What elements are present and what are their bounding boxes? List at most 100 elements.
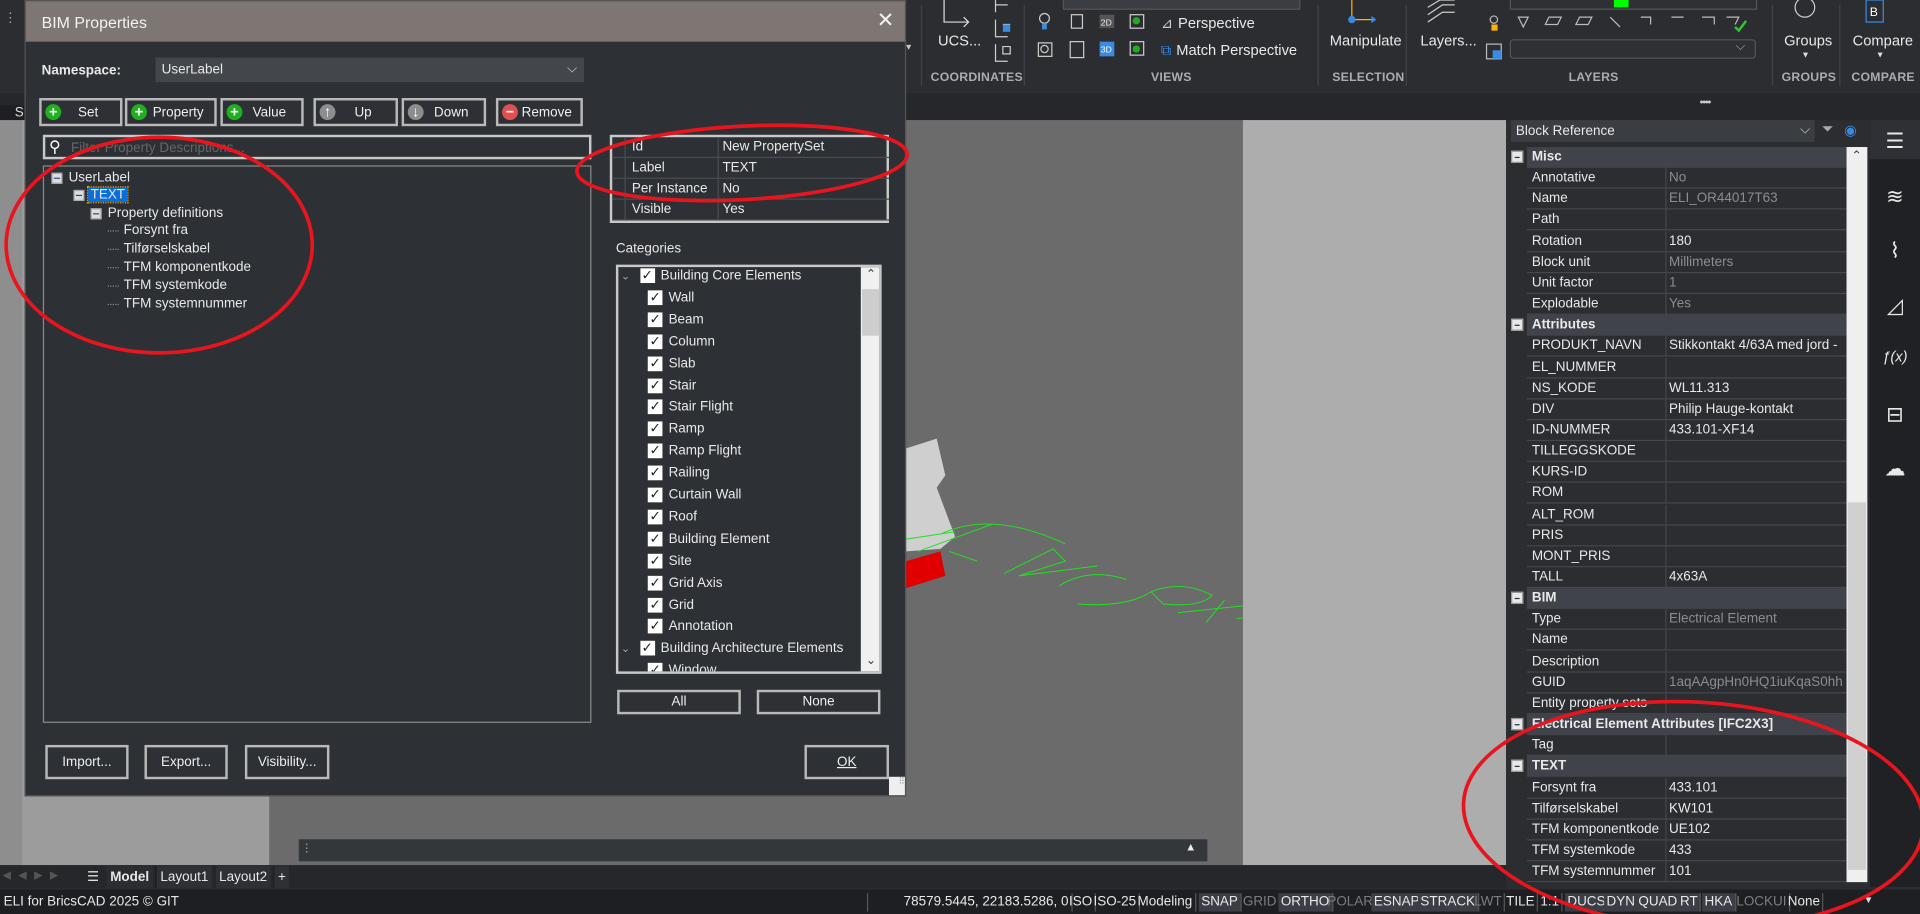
property-group-header[interactable]: Attributes	[1511, 315, 1847, 336]
property-value[interactable]: No	[1669, 170, 1843, 185]
property-value[interactable]: 433.101	[1669, 780, 1843, 795]
property-value[interactable]: Yes	[1669, 297, 1843, 312]
export-button[interactable]: Export...	[144, 744, 228, 780]
view-icons[interactable]: 2D 3D	[1036, 12, 1152, 63]
property-row[interactable]: TFM komponentkode UE102	[1526, 819, 1847, 841]
current-layer-dropdown[interactable]	[1509, 0, 1758, 10]
status-toggle-11[interactable]: 1:1	[1538, 893, 1563, 912]
status-toggle-quad[interactable]: QUAD	[1635, 893, 1681, 912]
property-value[interactable]: 1aqAAgpHn0HQ1iuKqaS0hh	[1669, 675, 1843, 690]
property-row[interactable]: Forsynt fra 433.101	[1526, 777, 1847, 799]
tree-node-root[interactable]: UserLabel	[51, 170, 130, 185]
eye-icon[interactable]: ◉	[1844, 121, 1857, 138]
compare-icon[interactable]: B	[1859, 0, 1888, 27]
add-layout-button[interactable]: +	[273, 866, 290, 889]
status-toggle-dyn[interactable]: DYN	[1604, 893, 1639, 912]
status-toggle-polar[interactable]: POLAR	[1325, 893, 1377, 912]
chevron-down-icon[interactable]: ⌄	[621, 642, 630, 654]
tab-layout1[interactable]: Layout1	[155, 866, 213, 889]
scroll-down-icon[interactable]: ⌄	[866, 654, 876, 667]
collapse-icon[interactable]	[1511, 318, 1524, 332]
category-item[interactable]: ✓ Site	[647, 553, 692, 575]
collapse-icon[interactable]	[73, 189, 85, 201]
close-icon[interactable]: ✕	[877, 9, 894, 34]
property-row[interactable]: PRODUKT_NAVN Stikkontakt 4/63A med jord -	[1526, 336, 1847, 357]
property-row[interactable]: NS_KODE WL11.313	[1526, 378, 1847, 399]
checkbox-checked-icon[interactable]: ✓	[647, 312, 663, 327]
property-row[interactable]: Tilførselskabel KW101	[1526, 798, 1847, 820]
property-row[interactable]: Type Electrical Element	[1526, 609, 1847, 631]
status-toggle-modeling[interactable]: Modeling	[1135, 893, 1196, 912]
layers-icon[interactable]	[1423, 0, 1460, 25]
perspective-button[interactable]: ⊿ Perspective	[1161, 15, 1255, 32]
property-value[interactable]: Philip Hauge-kontakt	[1669, 402, 1843, 417]
selection-type-select[interactable]: Block Reference ⌵	[1511, 120, 1815, 143]
category-item[interactable]: ✓ Grid	[647, 597, 694, 619]
visibility-button[interactable]: Visibility...	[244, 744, 330, 780]
status-toggle-rt[interactable]: RT	[1677, 893, 1702, 912]
tree-node-property[interactable]: Tilførselskabel	[107, 241, 210, 256]
command-history-toggle-icon[interactable]: ▲	[1185, 840, 1196, 852]
category-group[interactable]: ⌄ ✓ Building Core Elements	[621, 268, 801, 290]
checkbox-checked-icon[interactable]: ✓	[647, 531, 663, 547]
property-row[interactable]: DIV Philip Hauge-kontakt	[1526, 399, 1847, 420]
checkbox-checked-icon[interactable]: ✓	[647, 421, 663, 437]
command-line[interactable]: ⋮ ▲	[298, 839, 1208, 862]
collapse-icon[interactable]	[51, 172, 63, 184]
categories-list[interactable]: ⌄ ✓ Building Core Elements ✓ Wall ✓ Beam ✓ Colum…	[615, 264, 882, 674]
scroll-up-icon[interactable]: ⌃	[866, 268, 876, 281]
property-value[interactable]: Millimeters	[1669, 255, 1843, 270]
status-toggle-lockui[interactable]: LOCKUI	[1734, 893, 1791, 912]
import-button[interactable]: Import...	[45, 744, 129, 780]
category-item[interactable]: ✓ Ramp	[647, 421, 705, 444]
property-row[interactable]: EL_NUMMER	[1526, 357, 1847, 378]
property-row[interactable]: Entity property sets	[1526, 693, 1847, 715]
property-row[interactable]: Block unit Millimeters	[1526, 252, 1847, 273]
groups-icon[interactable]	[1788, 0, 1825, 22]
property-value[interactable]: 433.101-XF14	[1669, 423, 1843, 438]
category-item[interactable]: ✓ Ramp Flight	[647, 444, 741, 466]
up-button[interactable]: ↑ Up	[313, 98, 398, 127]
compare-dropdown-icon[interactable]: ▼	[1876, 51, 1884, 60]
property-row[interactable]: Unit factor 1	[1526, 273, 1847, 294]
checkbox-checked-icon[interactable]: ✓	[647, 334, 663, 349]
property-group-header[interactable]: Electrical Element Attributes [IFC2X3]	[1511, 714, 1847, 736]
tab-layout2[interactable]: Layout2	[214, 866, 271, 889]
ucs-button[interactable]: UCS...	[938, 32, 981, 49]
checkbox-checked-icon[interactable]: ✓	[647, 487, 663, 503]
property-row[interactable]: TFM systemnummer 101	[1526, 861, 1847, 883]
resize-grip-icon[interactable]: ⠿	[888, 776, 905, 796]
compare-button[interactable]: Compare	[1853, 32, 1913, 49]
category-item[interactable]: ✓ Stair	[647, 378, 696, 400]
property-row[interactable]: ALT_ROM	[1526, 504, 1847, 526]
property-row[interactable]: MONT_PRIS	[1526, 546, 1847, 568]
namespace-select[interactable]: UserLabel ⌵	[155, 57, 585, 83]
property-row[interactable]: GUID 1aqAAgpHn0HQ1iuKqaS0hh	[1526, 672, 1847, 694]
collapse-icon[interactable]	[90, 208, 102, 220]
dialog-title-bar[interactable]: BIM Properties ✕	[25, 1, 905, 42]
select-all-button[interactable]: All	[617, 689, 741, 715]
property-group-header[interactable]: Misc	[1511, 147, 1847, 168]
checkbox-checked-icon[interactable]: ✓	[647, 597, 663, 613]
tab-nav-arrows-icon[interactable]: ◀◀▶▶	[2, 869, 65, 882]
tree-node-property[interactable]: Forsynt fra	[107, 223, 188, 238]
function-icon[interactable]: ƒ(x)	[1870, 348, 1920, 365]
property-row[interactable]: Description	[1526, 651, 1847, 673]
value-button[interactable]: + Value	[220, 98, 304, 127]
status-toggle-tile[interactable]: TILE	[1504, 893, 1539, 912]
match-perspective-button[interactable]: ⧉ Match Perspective	[1161, 42, 1297, 60]
tab-list-icon[interactable]: ☰	[87, 869, 99, 885]
set-button[interactable]: + Set	[39, 98, 123, 127]
category-item[interactable]: ✓ Curtain Wall	[647, 487, 741, 510]
category-item[interactable]: ✓ Railing	[647, 465, 710, 488]
property-row[interactable]: PRIS	[1526, 525, 1847, 547]
property-group-header[interactable]: TEXT	[1511, 756, 1847, 778]
property-row[interactable]: Name ELI_OR44017T63	[1526, 189, 1847, 210]
tree-node-set[interactable]: TEXT	[73, 186, 129, 204]
checkbox-checked-icon[interactable]: ✓	[647, 378, 663, 393]
property-row[interactable]: Explodable Yes	[1526, 294, 1847, 315]
checkbox-checked-icon[interactable]: ✓	[647, 400, 663, 415]
tree-node-property-definitions[interactable]: Property definitions	[90, 206, 223, 221]
checkbox-checked-icon[interactable]: ✓	[647, 465, 663, 481]
collapse-icon[interactable]	[1511, 150, 1524, 163]
